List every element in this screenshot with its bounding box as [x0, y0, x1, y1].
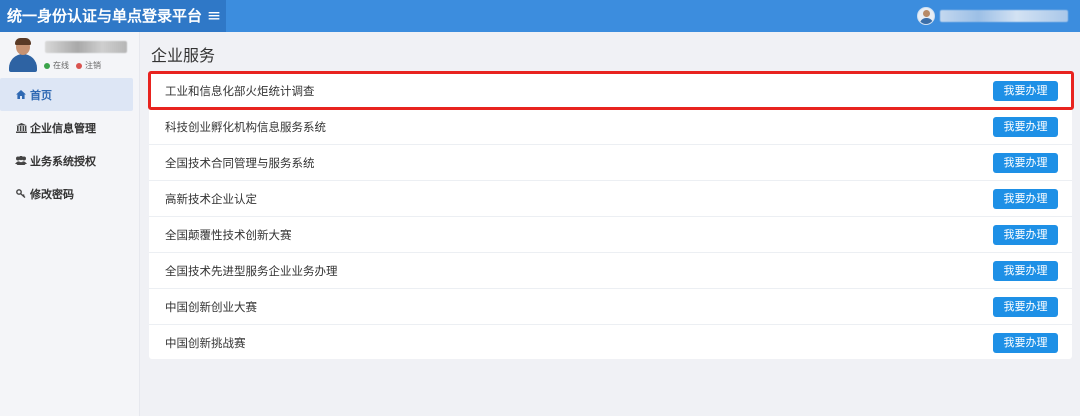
sidebar-item-change-password[interactable]: 修改密码: [0, 177, 140, 210]
sidebar-item-label: 首页: [30, 88, 52, 102]
services-panel: 工业和信息化部火炬统计调查 我要办理 科技创业孵化机构信息服务系统 我要办理 全…: [149, 73, 1072, 359]
bank-icon: [14, 122, 28, 133]
apply-button[interactable]: 我要办理: [993, 225, 1058, 245]
service-name: 全国技术合同管理与服务系统: [165, 156, 315, 170]
top-bar: 统一身份认证与单点登录平台 ≡: [0, 0, 1080, 32]
service-name: 中国创新挑战赛: [165, 336, 246, 350]
users-icon: [14, 156, 28, 165]
service-row: 全国技术合同管理与服务系统 我要办理: [149, 145, 1072, 181]
user-status: 在线 注销: [44, 60, 101, 71]
user-profile: 在线 注销: [0, 32, 140, 76]
user-avatar-icon: [917, 7, 935, 25]
service-row: 中国创新挑战赛 我要办理: [149, 325, 1072, 361]
logout-dot-icon: [76, 62, 82, 69]
status-online-label: 在线: [53, 61, 69, 70]
sidebar-item-enterprise-info[interactable]: 企业信息管理: [0, 111, 140, 144]
sidebar-nav: 首页 企业信息管理 业务系统授权 修改密码: [0, 78, 140, 210]
page-title: 企业服务: [151, 46, 216, 65]
service-name: 中国创新创业大赛: [165, 300, 257, 314]
service-name: 科技创业孵化机构信息服务系统: [165, 120, 326, 134]
service-row: 中国创新创业大赛 我要办理: [149, 289, 1072, 325]
sidebar-item-home[interactable]: 首页: [0, 78, 133, 111]
sidebar-item-system-auth[interactable]: 业务系统授权: [0, 144, 140, 177]
home-icon: [14, 90, 28, 99]
service-row: 全国技术先进型服务企业业务办理 我要办理: [149, 253, 1072, 289]
logout-link[interactable]: 注销: [85, 60, 101, 71]
service-row: 科技创业孵化机构信息服务系统 我要办理: [149, 109, 1072, 145]
service-row: 高新技术企业认定 我要办理: [149, 181, 1072, 217]
service-name: 全国颠覆性技术创新大赛: [165, 228, 292, 242]
apply-button[interactable]: 我要办理: [993, 333, 1058, 353]
redacted-username: [940, 10, 1068, 22]
avatar: [9, 38, 37, 72]
service-row: 全国颠覆性技术创新大赛 我要办理: [149, 217, 1072, 253]
apply-button[interactable]: 我要办理: [993, 261, 1058, 281]
sidebar-item-label: 业务系统授权: [30, 154, 96, 168]
key-icon: [14, 189, 28, 198]
sidebar-item-label: 修改密码: [30, 187, 74, 201]
service-name: 工业和信息化部火炬统计调查: [165, 84, 315, 98]
apply-button[interactable]: 我要办理: [993, 81, 1058, 101]
apply-button[interactable]: 我要办理: [993, 189, 1058, 209]
apply-button[interactable]: 我要办理: [993, 297, 1058, 317]
apply-button[interactable]: 我要办理: [993, 117, 1058, 137]
sidebar-item-label: 企业信息管理: [30, 121, 96, 135]
redacted-profile-name: [45, 41, 127, 53]
hamburger-icon[interactable]: ≡: [203, 0, 225, 32]
service-name: 高新技术企业认定: [165, 192, 257, 206]
app-title: 统一身份认证与单点登录平台: [0, 0, 226, 32]
user-menu[interactable]: [917, 5, 1068, 27]
apply-button[interactable]: 我要办理: [993, 153, 1058, 173]
service-name: 全国技术先进型服务企业业务办理: [165, 264, 338, 278]
sidebar: 在线 注销 首页 企业信息管理 业务系统授权 修改密码: [0, 32, 140, 416]
service-row: 工业和信息化部火炬统计调查 我要办理: [149, 73, 1072, 109]
online-dot-icon: [44, 62, 50, 69]
